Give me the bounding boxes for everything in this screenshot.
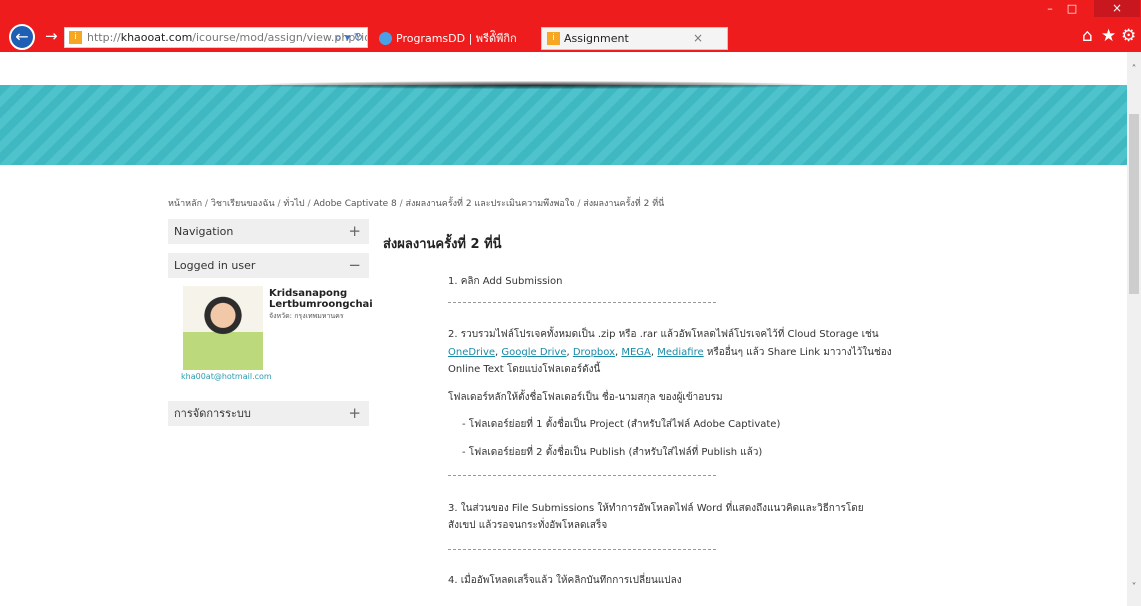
link-google-drive[interactable]: Google Drive [501,347,566,358]
breadcrumb: หน้าหลัก / วิชาเรียนของฉัน / ทั่วไป / Ad… [168,199,665,209]
tab-assignment[interactable]: i Assignment × [541,27,728,50]
tab-close-icon[interactable]: × [693,28,703,49]
star-icon[interactable]: ★ [1101,26,1116,46]
step-2-line-2: OneDrive, Google Drive, Dropbox, MEGA, M… [448,347,892,358]
scrollbar-thumb[interactable] [1129,114,1139,294]
step-2-line-3: Online Text โดยแบ่งโฟลเดอร์ดังนี้ [448,364,601,375]
user-last-name: Lertbumroongchai [269,299,373,310]
address-scheme: http:// [87,31,121,44]
subfolder-1: - โฟลเดอร์ย่อยที่ 1 ตั้งชื่อเป็น Project… [462,419,781,430]
divider [448,475,716,476]
site-favicon-icon: i [69,31,82,44]
maximize-window-icon[interactable]: □ [1062,3,1082,16]
gear-icon[interactable]: ⚙ [1121,26,1136,46]
user-province: จังหวัด: กรุงเทพมหานคร [269,312,344,320]
tab-label: Assignment [564,32,629,45]
navigation-block-header[interactable]: Navigation + [168,219,369,244]
address-tools[interactable]: ⌕ ▾ ↻ [335,28,363,47]
expand-icon[interactable]: + [348,219,361,244]
back-arrow-icon[interactable]: ← [9,24,35,50]
link-mediafire[interactable]: Mediafire [657,347,703,358]
user-email-link[interactable]: kha00at@hotmail.com [181,372,272,381]
divider [448,549,716,550]
step-3-line-2: สังเขป แล้วรอจนกระทั่งอัพโหลดเสร็จ [448,520,608,531]
page-title: ส่งผลงานครั้งที่ 2 ที่นี่ [383,237,502,252]
avatar[interactable] [183,286,263,370]
breadcrumb-course[interactable]: Adobe Captivate 8 [313,199,396,209]
user-first-name: Kridsanapong [269,288,348,299]
breadcrumb-current[interactable]: ส่งผลงานครั้งที่ 2 ที่นี่ [583,199,664,209]
breadcrumb-general[interactable]: ทั่วไป [283,199,304,209]
breadcrumb-section[interactable]: ส่งผลงานครั้งที่ 2 และประเมินความพึงพอใจ [406,199,575,209]
block-title: Navigation [174,225,234,238]
address-host: khaooat.com [120,31,193,44]
browser-toolbar: ← → i http://khaooat.com/icourse/mod/ass… [0,0,1141,52]
step-1: 1. คลิก Add Submission [448,276,563,287]
user-fullname[interactable]: Kridsanapong Lertbumroongchai [269,288,373,310]
home-icon[interactable]: ⌂ [1082,26,1093,46]
forward-arrow-icon[interactable]: → [45,26,58,46]
collapse-icon[interactable]: − [348,253,361,278]
step-2-after-links: หรืออื่นๆ แล้ว Share Link มาวางไว้ในช่อง [703,347,892,358]
minimize-window-icon[interactable]: – [1040,3,1060,16]
scroll-up-icon[interactable]: ˄ [1127,64,1141,78]
banner-shadow [255,81,815,89]
block-title: การจัดการระบบ [174,407,251,420]
expand-icon[interactable]: + [348,401,361,426]
step-4: 4. เมื่ออัพโหลดเสร็จแล้ว ให้คลิกบันทึกกา… [448,575,682,586]
header-banner [0,85,1127,165]
vertical-scrollbar[interactable]: ˄ ˅ [1127,52,1141,606]
administration-block-header[interactable]: การจัดการระบบ + [168,401,369,426]
ie-favicon-icon [379,32,392,45]
link-onedrive[interactable]: OneDrive [448,347,495,358]
block-title: Logged in user [174,259,256,272]
link-dropbox[interactable]: Dropbox [573,347,615,358]
folder-main-instruction: โฟลเดอร์หลักให้ตั้งชื่อโฟลเดอร์เป็น ชื่อ… [448,392,723,403]
logged-in-user-block-header[interactable]: Logged in user − [168,253,369,278]
scroll-down-icon[interactable]: ˅ [1127,582,1141,596]
breadcrumb-my-courses[interactable]: วิชาเรียนของฉัน [211,199,275,209]
subfolder-2: - โฟลเดอร์ย่อยที่ 2 ตั้งชื่อเป็น Publish… [462,447,763,458]
tab-programsdd[interactable]: ProgramsDD | พรีดัิพีกิก [373,27,535,50]
divider [448,302,716,303]
breadcrumb-home[interactable]: หน้าหลัก [168,199,202,209]
step-3-line-1: 3. ในส่วนของ File Submissions ให้ทำการอั… [448,503,864,514]
step-2-line-1: 2. รวบรวมไฟล์โปรเจคทั้งหมดเป็น .zip หรือ… [448,329,879,340]
link-mega[interactable]: MEGA [621,347,651,358]
tab-label: ProgramsDD | พรีดัิพีกิก [396,32,517,45]
page-viewport: หน้าหลัก / วิชาเรียนของฉัน / ทั่วไป / Ad… [0,52,1127,606]
address-bar[interactable]: i http://khaooat.com/icourse/mod/assign/… [64,27,368,48]
site-favicon-icon: i [547,32,560,45]
close-window-icon[interactable]: × [1094,0,1140,17]
